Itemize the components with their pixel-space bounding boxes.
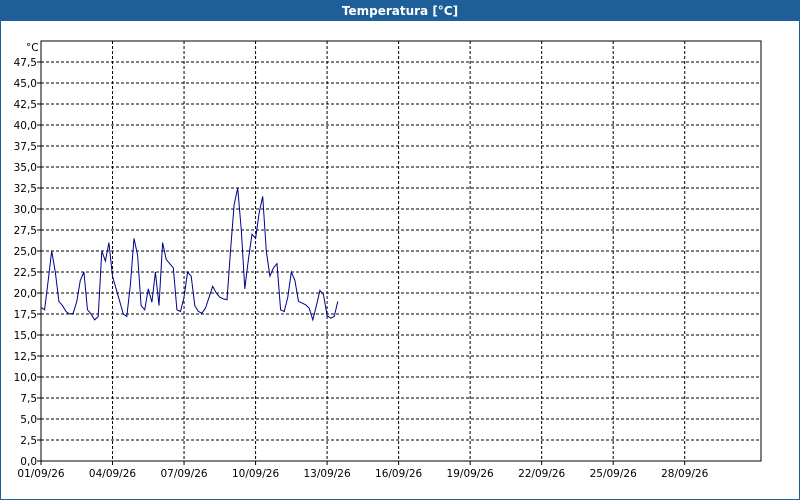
y-tick-label: 10,0: [14, 372, 37, 384]
x-tick-label: 10/09/26: [232, 468, 279, 480]
x-tick-label: 13/09/26: [304, 468, 351, 480]
x-tick-label: 28/09/26: [661, 468, 708, 480]
y-tick-label: 2,5: [20, 435, 37, 447]
y-tick-label: 0,0: [20, 456, 37, 468]
grid-lines: [41, 41, 761, 461]
chart-window: Temperatura [°C] 0,0 2,5 5,0 7,5 10,0 12,5 15,…: [0, 0, 800, 500]
y-tick-label: 25,0: [14, 246, 37, 258]
y-tick-label: 5,0: [20, 414, 37, 426]
y-tick-label: 42,5: [14, 99, 37, 111]
x-tick-label: 07/09/26: [160, 468, 207, 480]
y-tick-label: 15,0: [14, 330, 37, 342]
y-tick-label: 20,0: [14, 288, 37, 300]
y-tick-label: 40,0: [14, 120, 37, 132]
y-axis-unit: °C: [26, 42, 39, 54]
y-tick-label: 12,5: [14, 351, 37, 363]
y-tick-label: 35,0: [14, 162, 37, 174]
temperature-chart: 0,0 2,5 5,0 7,5 10,0 12,5 15,0 17,5 20,0 22,5 25,0…: [14, 40, 762, 480]
x-tick-label: 04/09/26: [89, 468, 136, 480]
y-tick-label: 37,5: [14, 141, 37, 153]
x-tick-label: 16/09/26: [375, 468, 422, 480]
x-tick-label: 19/09/26: [447, 468, 494, 480]
y-tick-label: 32,5: [14, 183, 37, 195]
x-axis-labels: 01/09/26 04/09/26 07/09/26 10/09/26 13/09/26…: [17, 468, 708, 480]
y-tick-label: 22,5: [14, 267, 37, 279]
y-tick-label: 47,5: [14, 57, 37, 69]
x-tick-label: 22/09/26: [518, 468, 565, 480]
y-axis-labels: 0,0 2,5 5,0 7,5 10,0 12,5 15,0 17,5 20,0 22,5 25,0…: [14, 57, 37, 468]
y-tick-label: 17,5: [14, 309, 37, 321]
y-tick-label: 7,5: [20, 393, 37, 405]
x-tick-label: 01/09/26: [17, 468, 64, 480]
y-tick-label: 30,0: [14, 204, 37, 216]
window-title: Temperatura [°C]: [1, 1, 799, 21]
x-tick-label: 25/09/26: [590, 468, 637, 480]
y-tick-label: 45,0: [14, 78, 37, 90]
y-tick-label: 27,5: [14, 225, 37, 237]
